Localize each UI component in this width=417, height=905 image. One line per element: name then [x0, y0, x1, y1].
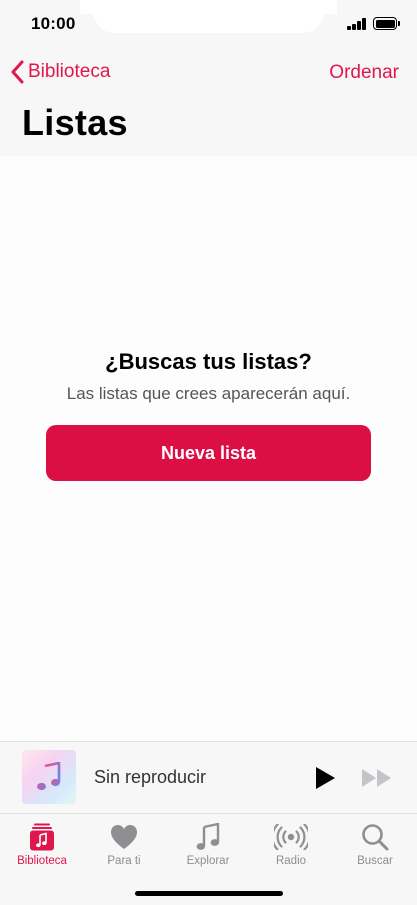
notch-corner — [80, 0, 94, 14]
battery-cap — [398, 21, 400, 26]
sort-button[interactable]: Ordenar — [329, 62, 399, 84]
tab-label: Radio — [275, 855, 307, 867]
notch — [93, 0, 324, 33]
music-note-icon — [196, 823, 220, 850]
home-indicator[interactable] — [135, 891, 283, 896]
signal-icon — [347, 18, 367, 30]
tab-label: Buscar — [357, 855, 393, 867]
header-area: 10:00 Biblioteca Ordenar Listas — [0, 0, 417, 156]
notch-corner — [323, 0, 337, 14]
empty-state-title: ¿Buscas tus listas? — [105, 349, 312, 374]
library-icon — [30, 823, 54, 851]
search-icon — [362, 824, 389, 851]
radio-icon — [274, 824, 308, 850]
empty-state-subtitle: Las listas que crees aparecerán aquí. — [66, 384, 351, 403]
tab-library[interactable]: Biblioteca — [2, 820, 82, 867]
tab-for-you[interactable]: Para ti — [84, 820, 164, 867]
main-content: ¿Buscas tus listas? Las listas que crees… — [0, 156, 417, 741]
chevron-left-icon — [11, 60, 24, 84]
tab-label: Para ti — [107, 855, 141, 867]
tab-search[interactable]: Buscar — [335, 820, 415, 867]
new-playlist-button[interactable]: Nueva lista — [46, 425, 371, 481]
heart-icon — [111, 825, 137, 849]
back-label: Biblioteca — [28, 61, 111, 82]
tab-label: Explorar — [186, 855, 230, 867]
now-playing-title: Sin reproducir — [94, 767, 207, 787]
tab-radio[interactable]: Radio — [251, 820, 331, 867]
status-time: 10:00 — [31, 14, 76, 33]
tab-label: Biblioteca — [17, 855, 67, 867]
mini-player[interactable]: Sin reproducir — [0, 741, 417, 813]
battery-icon — [373, 17, 397, 30]
music-note-icon — [37, 762, 61, 791]
tab-browse[interactable]: Explorar — [168, 820, 248, 867]
album-artwork — [22, 750, 76, 804]
play-icon[interactable] — [314, 766, 336, 790]
page-title: Listas — [22, 102, 128, 143]
fast-forward-icon[interactable] — [361, 768, 393, 788]
back-button[interactable]: Biblioteca — [10, 60, 110, 84]
